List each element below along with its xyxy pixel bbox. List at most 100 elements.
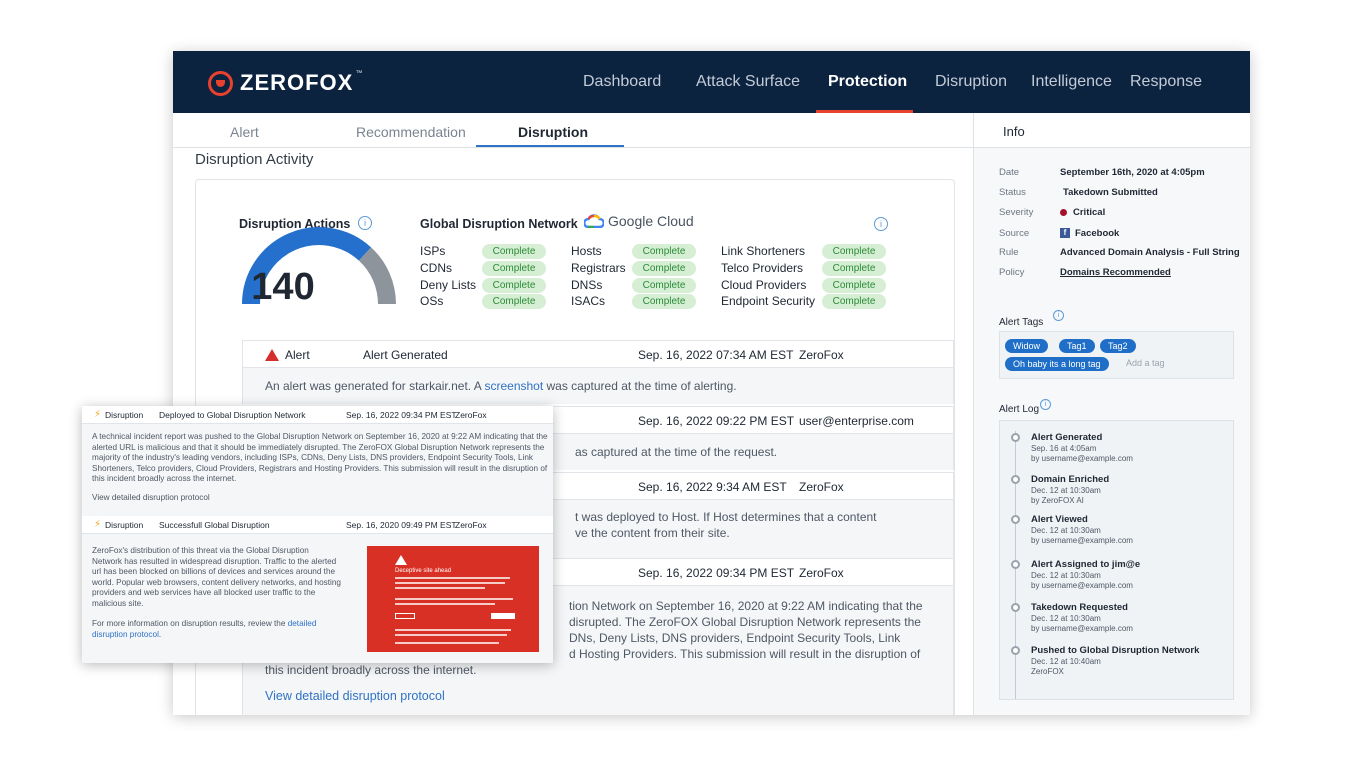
tag-chip[interactable]: Tag1: [1059, 339, 1095, 353]
description-line: url has been blocked on billions of devi…: [92, 567, 336, 577]
activity-description: An alert was generated for starkair.net.…: [265, 379, 737, 395]
network-item: Registrars: [571, 261, 626, 275]
network-item: CDNs: [420, 261, 452, 275]
status-badge: Complete: [822, 294, 886, 309]
add-tag-input[interactable]: Add a tag: [1126, 358, 1165, 368]
facebook-icon: f: [1060, 228, 1070, 239]
info-title: Info: [1003, 124, 1025, 139]
info-header: Info: [974, 113, 1250, 148]
nav-response[interactable]: Response: [1130, 73, 1202, 91]
activity-description-line: DNs, Deny Lists, DNS providers, Endpoint…: [569, 631, 901, 645]
description-line: ZeroFox's distribution of this threat vi…: [92, 546, 309, 555]
status-badge: Complete: [822, 278, 886, 293]
field-label: Severity: [999, 207, 1034, 218]
log-title: Domain Enriched: [1031, 474, 1110, 485]
activity-event: Deployed to Global Disruption Network: [159, 410, 306, 420]
activity-actor: ZeroFox: [799, 566, 844, 580]
info-icon[interactable]: i: [1053, 310, 1064, 321]
info-icon[interactable]: i: [1040, 399, 1051, 410]
policy-link[interactable]: Domains Recommended: [1060, 267, 1171, 278]
detailed-link[interactable]: detailed: [288, 619, 317, 628]
overlay-row-header[interactable]: ⚡ Disruption Successfull Global Disrupti…: [82, 516, 553, 534]
activity-type: Disruption: [105, 410, 144, 420]
log-time: Dec. 12 at 10:30am: [1031, 526, 1101, 535]
tag-chip[interactable]: Widow: [1005, 339, 1049, 353]
alert-log: Alert Generated Sep. 16 at 4:05am by use…: [999, 420, 1234, 700]
timeline-dot-icon: [1011, 603, 1020, 612]
activity-row-header[interactable]: Alert Alert Generated Sep. 16, 2022 07:3…: [242, 340, 954, 368]
field-label: Status: [999, 187, 1026, 198]
severity-value: Critical: [1060, 207, 1105, 218]
status-badge: Complete: [632, 294, 696, 309]
network-item: OSs: [420, 294, 444, 308]
activity-description-line: tion Network on September 16, 2020 at 9:…: [569, 599, 923, 613]
more-info-line: For more information on disruption resul…: [92, 619, 316, 630]
description-line: majority of the industry's leading vendo…: [92, 453, 534, 463]
tab-recommendation[interactable]: Recommendation: [356, 124, 466, 140]
tag-chip[interactable]: Tag2: [1100, 339, 1136, 353]
tab-alert[interactable]: Alert: [230, 124, 259, 140]
disruption-protocol-link[interactable]: View detailed disruption protocol: [265, 689, 445, 705]
log-title: Takedown Requested: [1031, 602, 1128, 613]
page-title: Disruption Activity: [195, 151, 314, 168]
log-title: Alert Viewed: [1031, 514, 1088, 525]
details-button: [395, 613, 415, 619]
log-author: by username@example.com: [1031, 624, 1133, 633]
network-item: ISPs: [420, 244, 446, 258]
activity-description-line: ve the content from their site.: [575, 526, 730, 540]
nav-disruption[interactable]: Disruption: [935, 73, 1007, 91]
disruption-protocol-link[interactable]: View detailed disruption protocol: [92, 493, 210, 504]
status-badge: Complete: [482, 294, 546, 309]
trademark: ™: [355, 70, 363, 77]
nav-intelligence[interactable]: Intelligence: [1031, 73, 1112, 91]
tags-box: Widow Tag1 Tag2 Oh baby its a long tag A…: [999, 331, 1234, 379]
deceptive-site-screenshot[interactable]: Deceptive site ahead: [367, 546, 539, 652]
field-label: Source: [999, 228, 1030, 239]
nav-attack-surface[interactable]: Attack Surface: [696, 73, 800, 91]
timeline-dot-icon: [1011, 475, 1020, 484]
text-placeholder: [395, 598, 513, 600]
logo[interactable]: ZEROFOX ™: [208, 70, 362, 96]
network-item: ISACs: [571, 294, 606, 308]
field-label: Rule: [999, 247, 1019, 258]
gauge-remaining: [358, 247, 396, 305]
disruption-protocol-link[interactable]: disruption protocol: [92, 630, 159, 639]
overlay-row-body: A technical incident report was pushed t…: [82, 424, 553, 516]
activity-actor: ZeroFox: [455, 520, 487, 530]
status-value: Takedown Submitted: [1063, 187, 1158, 198]
network-item: Cloud Providers: [721, 278, 807, 292]
text-placeholder: [395, 642, 499, 644]
activity-date: Sep. 16, 2020 09:49 PM EST: [346, 520, 457, 530]
log-author: by username@example.com: [1031, 581, 1133, 590]
tag-chip[interactable]: Oh baby its a long tag: [1005, 357, 1109, 371]
description-line: Shorteners, Telco providers, Cloud Provi…: [92, 463, 548, 473]
info-icon[interactable]: i: [874, 217, 888, 231]
lightning-icon: ⚡: [94, 409, 102, 420]
log-title: Pushed to Global Disruption Network: [1031, 645, 1200, 656]
status-badge: Complete: [632, 278, 696, 293]
overlay-row-header[interactable]: ⚡ Disruption Deployed to Global Disrupti…: [82, 406, 553, 424]
activity-date: Sep. 16, 2022 09:34 PM EST: [638, 566, 795, 580]
back-to-safety-button: [491, 613, 515, 619]
log-time: Dec. 12 at 10:30am: [1031, 571, 1101, 580]
text: Critical: [1073, 207, 1106, 218]
tab-disruption[interactable]: Disruption: [518, 124, 588, 140]
alert-log-title: Alert Log: [999, 404, 1040, 415]
critical-dot-icon: [1060, 208, 1067, 216]
activity-description-line: d Hosting Providers. This submission wil…: [569, 647, 921, 661]
activity-date: Sep. 16, 2022 07:34 AM EST: [638, 348, 794, 362]
screenshot-link[interactable]: screenshot: [484, 379, 543, 393]
text-placeholder: [395, 603, 495, 605]
timeline-dot-icon: [1011, 646, 1020, 655]
nav-dashboard[interactable]: Dashboard: [583, 73, 661, 91]
log-author: ZeroFOX: [1031, 667, 1064, 676]
description-line: world. Popular web browsers, content del…: [92, 577, 341, 587]
description-line: malicious site.: [92, 599, 144, 608]
network-item: Deny Lists: [420, 278, 477, 292]
nav-protection[interactable]: Protection: [828, 73, 907, 91]
activity-event: Alert Generated: [363, 348, 448, 362]
log-time: Dec. 12 at 10:30am: [1031, 486, 1101, 495]
text-placeholder: [395, 577, 510, 579]
activity-actor: ZeroFox: [799, 480, 844, 494]
description-line: Network has resulted in widespread disru…: [92, 556, 337, 566]
